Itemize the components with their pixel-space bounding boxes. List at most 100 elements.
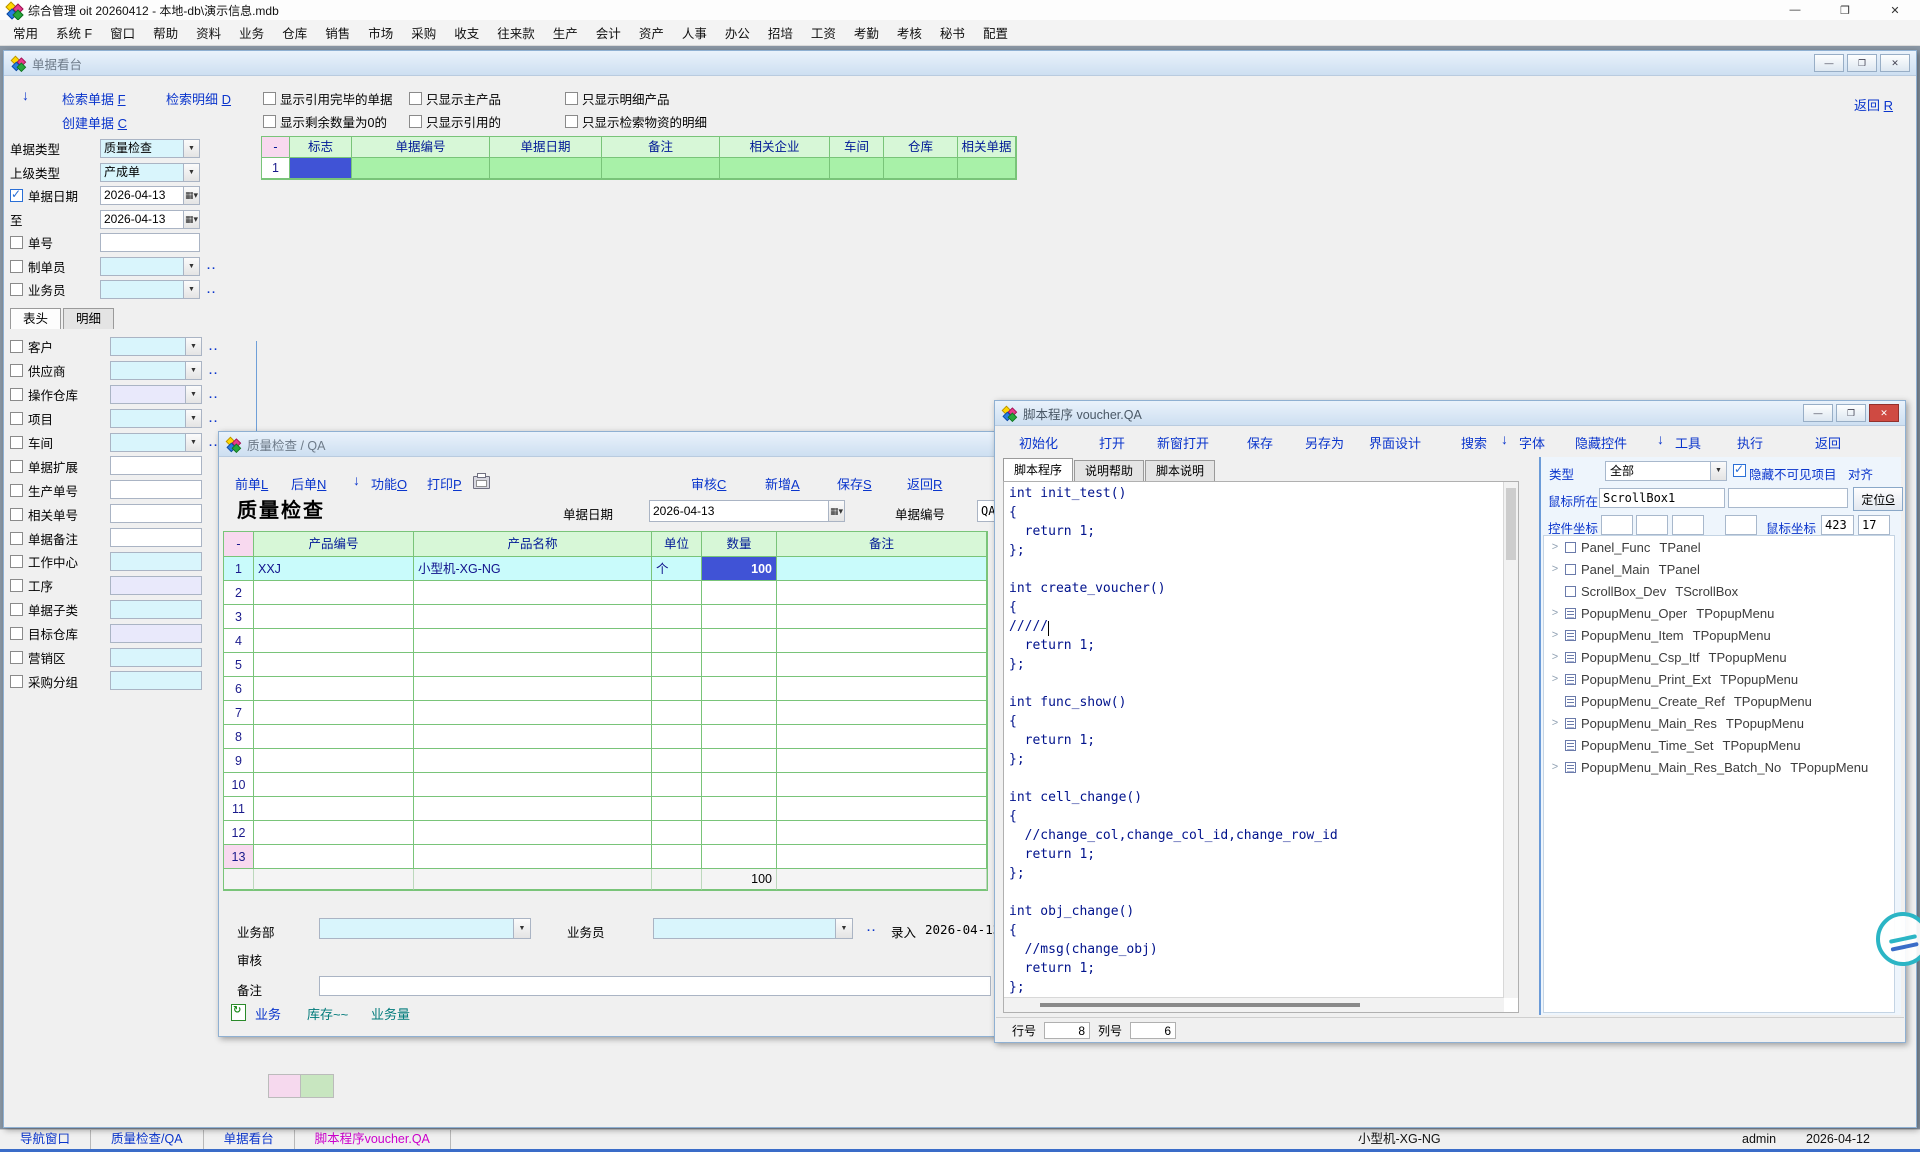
menu-item[interactable]: 会计 [587, 23, 630, 42]
filter-checkbox[interactable]: 显示剩余数量为0的 [263, 112, 387, 131]
cell-quantity[interactable] [702, 653, 777, 677]
menu-item[interactable]: 收支 [445, 23, 488, 42]
minimize-icon[interactable]: — [1814, 54, 1844, 72]
checkbox-icon[interactable] [10, 651, 23, 664]
row-number[interactable]: 12 [224, 821, 254, 845]
cell-note[interactable] [777, 773, 987, 797]
cell-note[interactable] [777, 797, 987, 821]
filter-input[interactable]: 质量检查 [100, 139, 200, 158]
column-header[interactable]: 单位 [652, 532, 702, 557]
hide-invisible-checkbox[interactable] [1733, 464, 1746, 477]
add-link[interactable]: 新增A [765, 474, 800, 493]
tree-item[interactable]: > PopupMenu_Oper TPopupMenu [1544, 602, 1894, 624]
column-header[interactable]: 相关单据 [958, 137, 1016, 158]
cell-product-code[interactable] [254, 629, 414, 653]
filter-input[interactable] [110, 480, 202, 499]
filter-checkbox[interactable]: 只显示主产品 [409, 89, 501, 108]
table-cell[interactable] [352, 158, 490, 179]
menu-item[interactable]: 人事 [673, 23, 716, 42]
cell-unit[interactable] [652, 701, 702, 725]
cell-quantity[interactable] [702, 629, 777, 653]
open-new-window-link[interactable]: 新窗打开 [1157, 433, 1209, 452]
down-arrow-icon[interactable]: ↓ [353, 472, 360, 488]
checkbox-icon[interactable] [409, 115, 422, 128]
biz-link[interactable]: 业务 [255, 1004, 281, 1023]
hide-controls-link[interactable]: 隐藏控件 [1575, 433, 1627, 452]
minimize-icon[interactable]: — [1770, 0, 1820, 20]
cell-quantity[interactable] [702, 605, 777, 629]
cell-product-name[interactable] [414, 797, 652, 821]
refresh-doc-icon[interactable] [231, 1004, 246, 1021]
menu-item[interactable]: 业务 [230, 23, 273, 42]
init-link[interactable]: 初始化 [1019, 433, 1058, 452]
row-number[interactable]: 11 [224, 797, 254, 821]
filter-input[interactable] [110, 361, 202, 380]
cell-product-code[interactable] [254, 749, 414, 773]
filter-input[interactable] [110, 409, 202, 428]
menu-item[interactable]: 常用 [4, 23, 47, 42]
cell-quantity[interactable] [702, 749, 777, 773]
table-cell[interactable] [602, 158, 720, 179]
back-link[interactable]: 返回 R [1854, 95, 1893, 114]
tree-item[interactable]: ScrollBox_Dev TScrollBox [1544, 580, 1894, 602]
taskbar-item[interactable]: 单据看台 [204, 1130, 295, 1149]
menu-item[interactable]: 往来款 [488, 23, 544, 42]
cell-product-code[interactable]: XXJ [254, 557, 414, 581]
table-row[interactable]: 4 [224, 629, 987, 653]
restore-icon[interactable]: ❐ [1847, 54, 1877, 72]
row-number[interactable]: 1 [224, 557, 254, 581]
cell-quantity[interactable] [702, 845, 777, 869]
filter-input[interactable] [100, 257, 200, 276]
filter-input[interactable] [110, 528, 202, 547]
checkbox-icon[interactable] [10, 189, 23, 202]
filter-checkbox[interactable]: 只显示引用的 [409, 112, 501, 131]
tree-item[interactable]: > Panel_Main TPanel [1544, 558, 1894, 580]
checkbox-icon[interactable] [565, 115, 578, 128]
table-row[interactable]: 10 [224, 773, 987, 797]
table-row[interactable]: 5 [224, 653, 987, 677]
cell-product-name[interactable] [414, 605, 652, 629]
doc-date-input[interactable]: 2026-04-13 [649, 500, 845, 522]
table-cell[interactable] [830, 158, 884, 179]
menu-item[interactable]: 考勤 [845, 23, 888, 42]
tab[interactable]: 脚本程序 [1003, 458, 1073, 481]
cell-note[interactable] [777, 749, 987, 773]
row-number[interactable]: 13 [224, 845, 254, 869]
cell-unit[interactable] [652, 749, 702, 773]
cell-unit[interactable] [652, 677, 702, 701]
back-link[interactable]: 返回R [907, 474, 942, 493]
checkbox-icon[interactable] [10, 388, 23, 401]
table-cell[interactable]: 1 [262, 158, 290, 179]
cell-unit[interactable] [652, 725, 702, 749]
table-cell[interactable] [490, 158, 602, 179]
menu-item[interactable]: 考核 [888, 23, 931, 42]
cell-product-name[interactable] [414, 725, 652, 749]
ctrl-y1-input[interactable] [1636, 515, 1668, 535]
filter-input[interactable] [110, 385, 202, 404]
cell-quantity[interactable]: 100 [702, 557, 777, 581]
ctrl-y2-input[interactable] [1725, 515, 1757, 535]
table-row[interactable]: 3 [224, 605, 987, 629]
close-icon[interactable]: ✕ [1870, 0, 1920, 20]
column-header[interactable]: 车间 [830, 137, 884, 158]
checkbox-icon[interactable] [10, 364, 23, 377]
type-dropdown[interactable]: 全部 [1605, 461, 1727, 481]
row-number[interactable]: 8 [224, 725, 254, 749]
column-header[interactable]: 产品编号 [254, 532, 414, 557]
cell-unit[interactable]: 个 [652, 557, 702, 581]
expand-icon[interactable]: > [1550, 607, 1560, 619]
checkbox-icon[interactable] [10, 579, 23, 592]
locate-button[interactable]: 定位G [1853, 487, 1903, 511]
table-row[interactable]: 2 [224, 581, 987, 605]
table-row[interactable]: 12 [224, 821, 987, 845]
cell-note[interactable] [777, 677, 987, 701]
checkbox-icon[interactable] [10, 603, 23, 616]
table-row[interactable]: 11 [224, 797, 987, 821]
checkbox-icon[interactable] [409, 92, 422, 105]
checkbox-icon[interactable] [10, 555, 23, 568]
cell-product-name[interactable] [414, 653, 652, 677]
lookup-dots[interactable]: .. [209, 365, 219, 377]
menu-item[interactable]: 生产 [544, 23, 587, 42]
filter-input[interactable] [110, 624, 202, 643]
checkbox-icon[interactable] [10, 412, 23, 425]
